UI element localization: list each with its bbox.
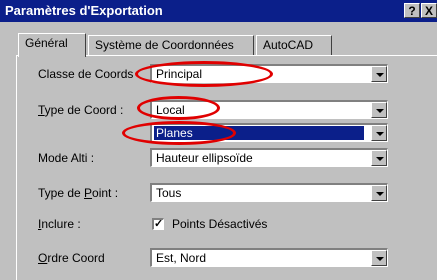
inclure-label: Inclure : — [38, 217, 81, 231]
annotation-ellipse-classe — [135, 61, 273, 87]
chevron-down-icon[interactable] — [371, 102, 387, 118]
type-point-label: Type de Point : — [38, 186, 119, 200]
classe-coords-label: Classe de Coords — [38, 67, 134, 81]
mode-alti-value: Hauteur ellipsoïde — [156, 151, 253, 165]
points-desactives-checkbox[interactable]: ✓ — [152, 218, 164, 230]
chevron-down-icon[interactable] — [371, 150, 387, 166]
annotation-ellipse-type — [137, 96, 220, 120]
ordre-coord-value: Est, Nord — [156, 251, 207, 265]
chevron-down-icon[interactable] — [371, 66, 387, 82]
type-point-select[interactable]: Tous — [150, 183, 388, 202]
mode-alti-select[interactable]: Hauteur ellipsoïde — [150, 148, 388, 167]
type-point-value: Tous — [156, 186, 182, 200]
help-button[interactable]: ? — [404, 3, 420, 18]
chevron-down-icon[interactable] — [371, 125, 387, 141]
annotation-ellipse-planes — [122, 121, 236, 145]
chevron-down-icon[interactable] — [371, 250, 387, 266]
title-bar: Paramètres d'Exportation ? X — [0, 0, 437, 22]
ordre-coord-select[interactable]: Est, Nord — [150, 248, 388, 267]
points-desactives-label[interactable]: Points Désactivés — [172, 217, 267, 231]
close-button[interactable]: X — [421, 3, 437, 18]
general-panel — [16, 55, 437, 280]
window-title: Paramètres d'Exportation — [5, 3, 163, 18]
mode-alti-label: Mode Alti : — [38, 151, 95, 165]
tab-autocad[interactable]: AutoCAD — [256, 35, 332, 55]
chevron-down-icon[interactable] — [371, 185, 387, 201]
ordre-coord-label: Ordre Coord — [38, 251, 105, 265]
tab-general[interactable]: Général — [18, 33, 86, 57]
type-coord-label: Type de Coord : — [38, 103, 124, 117]
tab-systeme-coordonnees[interactable]: Système de Coordonnées — [88, 35, 254, 55]
